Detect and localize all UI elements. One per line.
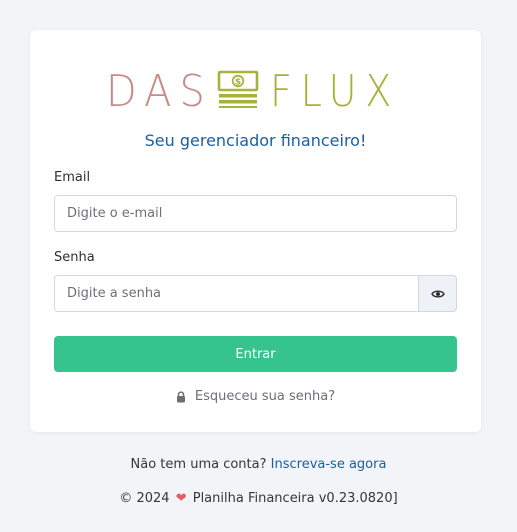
email-field[interactable] [54, 195, 457, 232]
password-field[interactable] [54, 275, 419, 312]
logo-text-right: FLUX [270, 70, 400, 108]
lock-icon [176, 390, 186, 403]
signup-text: Não tem uma conta? [130, 457, 267, 472]
forgot-password-link[interactable]: Esqueceu sua senha? [30, 389, 481, 404]
signup-prompt: Não tem uma conta? Inscreva-se agora [0, 457, 517, 472]
password-group [54, 275, 457, 312]
footer-version-text: Planilha Financeira v0.23.0820] [192, 491, 398, 506]
money-stack-icon: $ [217, 70, 259, 108]
eye-icon [430, 289, 445, 298]
forgot-password-label: Esqueceu sua senha? [194, 389, 336, 404]
login-button[interactable]: Entrar [54, 336, 457, 372]
password-label: Senha [54, 250, 95, 265]
toggle-password-button[interactable] [418, 275, 457, 312]
login-card: DAS $ FLUX Seu gerenciador financeiro! E… [30, 30, 481, 432]
heart-icon: ❤ [175, 491, 187, 506]
app-logo: DAS $ FLUX [106, 70, 400, 108]
signup-link[interactable]: Inscreva-se agora [271, 457, 387, 472]
svg-text:$: $ [235, 77, 241, 87]
footer: © 2024 ❤ Planilha Financeira v0.23.0820] [0, 491, 517, 506]
logo-text-left: DAS [106, 70, 213, 108]
email-label: Email [54, 170, 91, 185]
copyright-text: © 2024 [119, 491, 170, 506]
subtitle: Seu gerenciador financeiro! [144, 131, 367, 150]
